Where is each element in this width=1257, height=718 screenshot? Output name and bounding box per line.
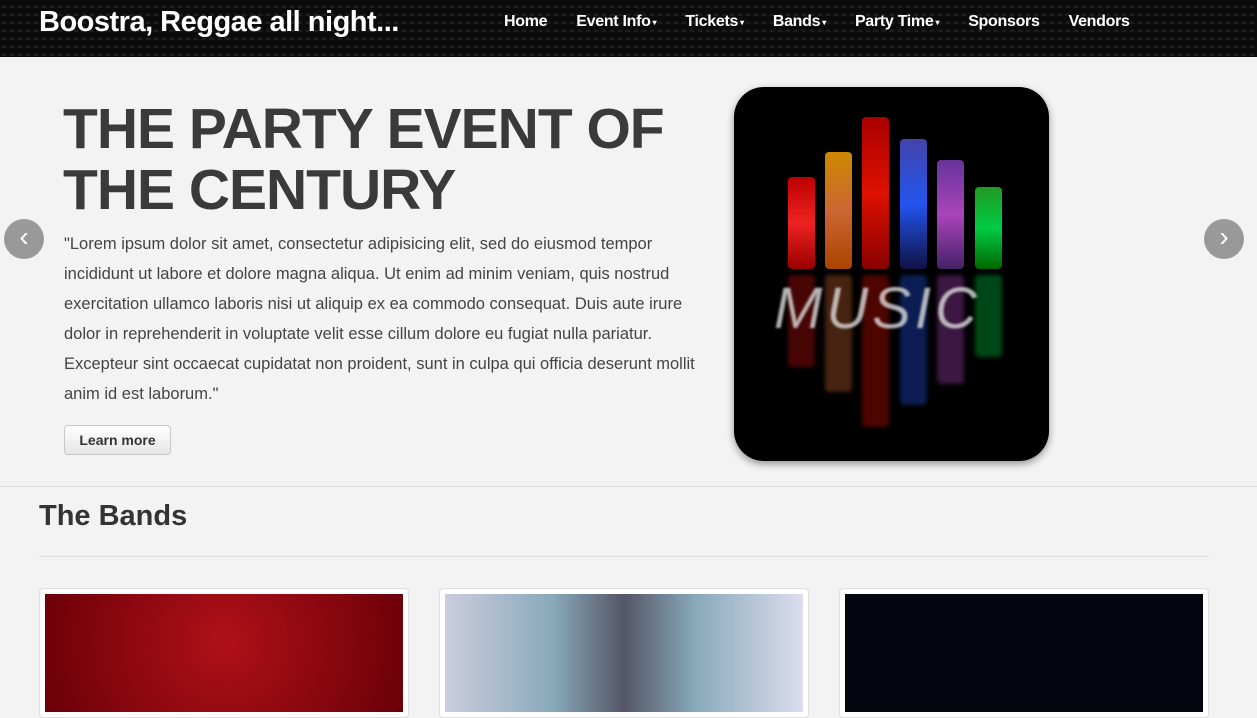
hero-text: "Lorem ipsum dolor sit amet, consectetur… [64, 235, 695, 403]
nav-label: Home [504, 13, 548, 30]
hero-carousel: THE PARTY EVENT OF THE CENTURY "Lorem ip… [0, 57, 1257, 487]
nav-party-time[interactable]: Party Time ▾ [845, 13, 949, 31]
caret-down-icon: ▾ [822, 17, 826, 27]
nav-vendors[interactable]: Vendors [1059, 13, 1140, 31]
band-thumbnail-instruments[interactable] [39, 588, 409, 718]
brand-logo[interactable]: Boostra, Reggae all night... [39, 6, 399, 39]
divider [39, 556, 1209, 557]
carousel-prev-button[interactable]: ‹ [4, 219, 44, 259]
caret-down-icon: ▾ [740, 17, 744, 27]
learn-more-button[interactable]: Learn more [64, 425, 171, 455]
nav-menu: Home Event Info ▾ Tickets ▾ Bands ▾ Party T… [494, 13, 1149, 31]
caret-down-icon: ▾ [652, 17, 657, 27]
hero-title: THE PARTY EVENT OF THE CENTURY [63, 97, 665, 222]
nav-sponsors[interactable]: Sponsors [958, 13, 1049, 31]
nav-label: Tickets [685, 13, 739, 30]
nav-label: Vendors [1068, 13, 1130, 30]
nav-label: Party Time [854, 13, 934, 30]
bands-heading: The Bands [39, 500, 188, 532]
band-thumbnail-walkway[interactable] [439, 588, 809, 718]
band-thumbnail-space[interactable] [839, 588, 1209, 718]
nav-bands[interactable]: Bands ▾ [763, 13, 836, 31]
nav-tickets[interactable]: Tickets ▾ [675, 13, 753, 31]
music-logo-text: MUSIC [774, 276, 981, 341]
nav-label: Event Info [576, 13, 651, 30]
navbar: Boostra, Reggae all night... Home Event … [0, 0, 1257, 57]
music-image: MUSIC [734, 87, 1049, 461]
nav-label: Bands [772, 13, 821, 30]
carousel-next-button[interactable]: › [1204, 219, 1244, 259]
caret-down-icon: ▾ [935, 17, 940, 27]
nav-home[interactable]: Home [494, 13, 557, 31]
nav-label: Sponsors [968, 13, 1040, 30]
nav-event-info[interactable]: Event Info ▾ [566, 13, 666, 31]
